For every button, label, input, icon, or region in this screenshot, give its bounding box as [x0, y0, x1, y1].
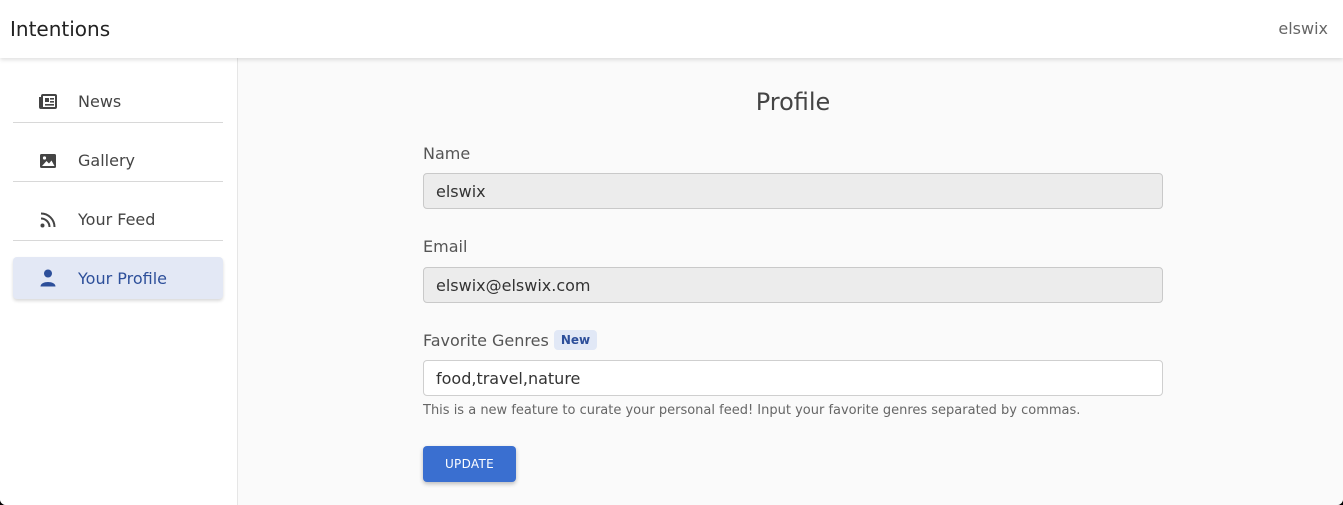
- favorite-genres-label: Favorite Genres New: [423, 330, 598, 350]
- sidebar-item-label: News: [78, 92, 122, 111]
- sidebar-item-your-feed[interactable]: Your Feed: [13, 199, 223, 241]
- app-title: Intentions: [10, 17, 111, 41]
- favorite-genres-help-text: This is a new feature to curate your per…: [423, 403, 1081, 418]
- newspaper-icon: [38, 92, 58, 112]
- favorite-genres-input[interactable]: [423, 360, 1163, 396]
- sidebar-item-gallery[interactable]: Gallery: [13, 140, 223, 182]
- sidebar-item-news[interactable]: News: [13, 81, 223, 123]
- update-button[interactable]: UPDATE: [423, 446, 516, 482]
- name-label-text: Name: [423, 144, 471, 163]
- name-field[interactable]: [423, 173, 1163, 209]
- rss-icon: [38, 210, 58, 230]
- top-app-bar: Intentions elswix: [0, 0, 1343, 58]
- sidebar-item-label: Gallery: [78, 151, 135, 170]
- profile-content: Profile Name Email Favorite Genres New T…: [239, 58, 1343, 505]
- new-badge: New: [553, 330, 598, 350]
- email-field[interactable]: [423, 267, 1163, 303]
- sidebar-item-label: Your Feed: [78, 210, 156, 229]
- name-label: Name: [423, 144, 470, 163]
- sidebar-item-your-profile[interactable]: Your Profile: [13, 257, 223, 299]
- favorite-genres-label-text: Favorite Genres: [423, 330, 549, 350]
- person-icon: [38, 268, 58, 288]
- email-label-text: Email: [423, 237, 468, 256]
- username-label[interactable]: elswix: [1278, 19, 1328, 38]
- image-icon: [38, 151, 58, 171]
- page-title: Profile: [755, 88, 831, 116]
- email-label: Email: [423, 237, 467, 256]
- app-window: Intentions elswix News Gallery Your Feed…: [0, 0, 1343, 505]
- sidebar-item-label: Your Profile: [78, 268, 167, 288]
- sidebar-nav: News Gallery Your Feed Your Profile: [0, 58, 238, 505]
